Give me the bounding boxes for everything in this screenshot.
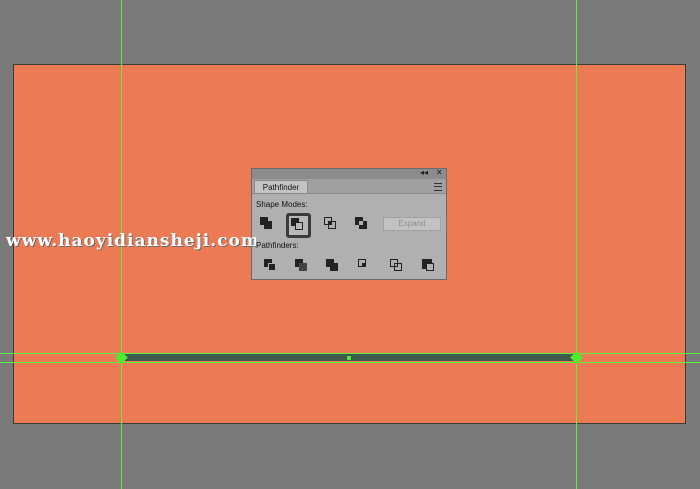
tab-pathfinder[interactable]: Pathfinder [254, 180, 308, 193]
merge-icon[interactable] [325, 258, 341, 274]
shape-center-point [347, 356, 351, 360]
crop-icon[interactable] [357, 258, 373, 274]
vertical-guide-right[interactable] [576, 0, 577, 489]
collapse-icon[interactable]: ◂◂ [420, 168, 428, 178]
horizontal-guide-bottom[interactable] [0, 362, 700, 363]
unite-icon[interactable] [259, 216, 275, 232]
intersect-icon[interactable] [323, 216, 339, 232]
close-icon[interactable]: ✕ [436, 168, 443, 178]
outline-icon[interactable] [389, 258, 405, 274]
divide-icon[interactable] [263, 258, 279, 274]
shape-modes-label: Shape Modes: [256, 200, 308, 209]
panel-menu-icon[interactable] [434, 183, 442, 191]
watermark-text: www.haoyidiansheji.com [6, 231, 256, 251]
minus-back-icon[interactable] [421, 258, 437, 274]
expand-button[interactable]: Expand [383, 217, 441, 231]
panel-tabbar: Pathfinder [252, 179, 446, 194]
panel-title-strip[interactable]: ◂◂ ✕ [252, 168, 446, 179]
minus-front-icon[interactable] [286, 213, 311, 238]
trim-icon[interactable] [294, 258, 310, 274]
exclude-icon[interactable] [354, 216, 370, 232]
pathfinders-label: Pathfinders: [256, 241, 299, 250]
pathfinder-panel: ◂◂ ✕ Pathfinder Shape Modes: Expand Path… [251, 168, 447, 280]
